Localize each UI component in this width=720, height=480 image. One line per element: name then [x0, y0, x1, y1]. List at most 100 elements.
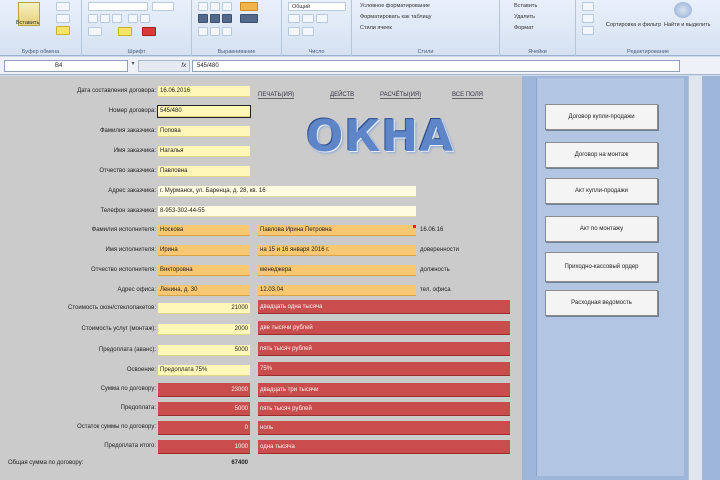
field-customer-surname[interactable]: Попова [158, 126, 250, 137]
copy-icon[interactable] [56, 14, 70, 23]
note-windows-cost[interactable]: двадцать одна тысяча [258, 300, 510, 314]
field-prepayment-total[interactable]: 1000 [158, 440, 250, 454]
field-installer-fullname[interactable]: Павлова Ирина Петровна [258, 225, 416, 236]
label-contract-sum: Сумма по договору: [100, 386, 156, 392]
label-installer-patronymic: Отчество исполнителя: [91, 267, 156, 273]
currency-icon[interactable] [288, 14, 300, 23]
cash-receipt-order-button[interactable]: Приходно-кассовый ордер [545, 252, 658, 282]
field-prepayment[interactable]: 5000 [158, 345, 250, 356]
italic-icon[interactable] [100, 14, 110, 23]
font-color-icon[interactable] [142, 27, 156, 36]
link-print[interactable]: ПЕЧАТЬ(ИЯ) [258, 92, 295, 99]
format-cells-button[interactable]: Формат [514, 25, 534, 31]
label-remaining-sum: Остаток суммы по договору: [77, 424, 156, 430]
note-prepayment-2[interactable]: пять тысяч рублей [258, 402, 510, 416]
field-contract-number[interactable]: 545/480 [157, 105, 251, 118]
ribbon-group-label: Стили [417, 49, 434, 55]
align-middle-icon[interactable] [210, 2, 220, 11]
link-all-fields[interactable]: ВСЕ ПОЛЯ [452, 92, 483, 99]
percent-icon[interactable] [302, 14, 314, 23]
wrap-text-icon[interactable] [240, 2, 258, 11]
delete-cells-button[interactable]: Удалить [514, 14, 535, 20]
decrease-font-icon[interactable] [140, 14, 150, 23]
align-bottom-icon[interactable] [222, 2, 232, 11]
decrease-indent-icon[interactable] [198, 27, 208, 36]
installation-act-button[interactable]: Акт по монтажу [545, 216, 658, 242]
field-office-phone[interactable]: 12.03.04 [258, 285, 416, 296]
note-terms[interactable]: 75% [258, 362, 510, 376]
ribbon-group-label: Выравнивание [217, 49, 256, 55]
expense-statement-button[interactable]: Расходная ведомость [545, 290, 658, 316]
note-prepayment[interactable]: пять тысяч рублей [258, 342, 510, 356]
insert-cells-button[interactable]: Вставить [514, 3, 537, 9]
field-prepayment-2[interactable]: 5000 [158, 402, 250, 416]
field-installer-surname[interactable]: Носкова [158, 225, 250, 236]
note-contract-sum[interactable]: двадцать три тысячи [258, 383, 510, 397]
align-top-icon[interactable] [198, 2, 208, 11]
increase-font-icon[interactable] [128, 14, 138, 23]
field-installer-name[interactable]: Ирина [158, 245, 250, 256]
increase-decimal-icon[interactable] [288, 27, 300, 36]
field-contract-date[interactable]: 16.06.2016 [158, 86, 250, 97]
field-installation-cost[interactable]: 2000 [158, 324, 250, 335]
font-size-dropdown[interactable] [152, 2, 174, 11]
align-right-icon[interactable] [222, 14, 232, 23]
fx-icon[interactable]: fx [181, 63, 186, 69]
fill-icon[interactable] [582, 14, 594, 23]
comma-icon[interactable] [316, 14, 328, 23]
label-prepayment-total: Предоплата итого: [104, 443, 156, 449]
cell-styles-button[interactable]: Стили ячеек [360, 25, 392, 31]
field-customer-address[interactable]: г. Мурманск, ул. Баренца, д. 28, кв. 16 [158, 186, 416, 197]
increase-indent-icon[interactable] [210, 27, 220, 36]
sale-contract-button[interactable]: Договор купли-продажи [545, 104, 658, 130]
orientation-icon[interactable] [222, 27, 232, 36]
align-left-icon[interactable] [198, 14, 208, 23]
field-installer-patronymic[interactable]: Викторовна [158, 265, 250, 276]
label-prepayment-2: Предоплата: [120, 405, 156, 411]
fill-color-icon[interactable] [118, 27, 132, 36]
conditional-formatting-button[interactable]: Условное форматирование [360, 3, 430, 9]
link-actions[interactable]: ДЕЙСТВ [330, 92, 355, 99]
field-contract-sum[interactable]: 23000 [158, 383, 250, 397]
installation-contract-button[interactable]: Договор на монтаж [545, 142, 658, 168]
field-windows-cost[interactable]: 21000 [158, 303, 250, 314]
sort-filter-button[interactable]: Сортировка и фильтр [606, 22, 661, 28]
link-calculations[interactable]: РАСЧЁТЫ(ИЯ) [380, 92, 422, 99]
note-installation-cost[interactable]: две тысячи рублей [258, 321, 510, 335]
note-prepayment-total[interactable]: одна тысяча [258, 440, 510, 454]
field-remaining-sum[interactable]: 0 [158, 421, 250, 435]
underline-icon[interactable] [112, 14, 122, 23]
find-select-button[interactable]: Найти и выделить [664, 22, 710, 28]
autosum-icon[interactable] [582, 2, 594, 11]
merge-center-icon[interactable] [240, 14, 258, 23]
field-position[interactable]: менеджера [258, 265, 416, 276]
format-painter-icon[interactable] [56, 26, 70, 35]
vertical-scrollbar[interactable] [688, 76, 702, 480]
paste-label[interactable]: Вставить [16, 20, 39, 26]
chevron-down-icon[interactable]: ▾ [129, 60, 137, 72]
decrease-decimal-icon[interactable] [302, 27, 314, 36]
font-name-dropdown[interactable] [88, 2, 148, 11]
name-box[interactable]: B4 [4, 60, 128, 72]
number-format-value: Общий [292, 4, 311, 10]
field-customer-phone[interactable]: 8-953-302-44-55 [158, 206, 416, 217]
sale-act-button[interactable]: Акт купли-продажи [545, 178, 658, 204]
ribbon-group-label: Шрифт [127, 49, 146, 55]
logo-wordart: ОКНА [306, 111, 455, 162]
field-office-address[interactable]: Ленина, д. 30 [158, 285, 250, 296]
number-format-dropdown[interactable]: Общий [288, 2, 346, 11]
field-proxy-period[interactable]: на 15 и 16 января 2016 г. [258, 245, 416, 256]
formula-input[interactable]: 545/480 [192, 60, 680, 72]
bold-icon[interactable] [88, 14, 98, 23]
note-remaining-sum[interactable]: ноль [258, 421, 510, 435]
format-as-table-button[interactable]: Форматировать как таблицу [360, 14, 432, 20]
field-terms[interactable]: Предоплата 75% [158, 365, 250, 376]
field-customer-name[interactable]: Наталья [158, 146, 250, 157]
align-center-icon[interactable] [210, 14, 220, 23]
field-customer-patronymic[interactable]: Павловна [158, 166, 250, 177]
borders-icon[interactable] [88, 27, 102, 36]
cut-icon[interactable] [56, 2, 70, 11]
find-select-icon[interactable] [674, 2, 692, 18]
label-office-address: Адрес офиса: [117, 287, 156, 293]
clear-icon[interactable] [582, 26, 594, 35]
